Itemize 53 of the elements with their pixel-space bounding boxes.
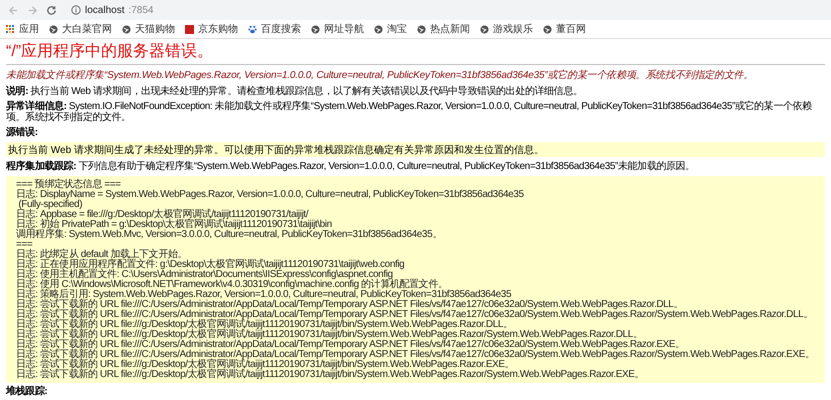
log-line: 日志: Appbase = file:///g:/Desktop/太极官网调试/taijijt11120190731/taijijt/	[16, 210, 308, 220]
forward-arrow-icon[interactable]	[27, 4, 38, 16]
globe-icon	[417, 24, 426, 34]
log-line: 日志: DisplayName = System.Web.WebPages.Razor, Version=1.0.0.0, Culture=neutral, PublicKeyToken=31bf3856ad364e35	[16, 190, 524, 200]
source-error-label: 源错误:	[6, 127, 38, 138]
reload-icon[interactable]	[46, 4, 57, 16]
log-line: 日志: 尝试下载新的 URL file:///C:/Users/Administrator/AppData/Local/Temp/Temporary ASP.NET Files/vs/f47ae127/c06e32a0/System.Web.WebPages.Razor.DLL。	[16, 300, 684, 310]
error-message: 未能加载文件或程序集“System.Web.WebPages.Razor, Version=1.0.0.0, Culture=neutral, PublicKeyToken=31bf3856ad364e35”或它的某一个依赖项。系统找不到指定的文件。	[6, 70, 754, 82]
log-line: 日志: 尝试下载新的 URL file:///C:/Users/Administrator/AppData/Local/Temp/Temporary ASP.NET Files/vs/f47ae127/c06e32a0/System.Web.WebPages.Razor/System.Web.WebPages.Razor.DLL。	[16, 310, 813, 320]
bookmark-item[interactable]: 网址导航	[311, 22, 364, 36]
error-title: “/”应用程序中的服务器错误。	[6, 42, 214, 61]
square-icon	[185, 24, 194, 34]
log-line: 日志: 正在使用应用程序配置文件: g:\Desktop\太极官网调试\taijijt11120190731\taijijt\web.config	[16, 260, 404, 270]
log-line: 日志: 初始 PrivatePath = g:\Desktop\太极官网调试\taijijt11120190731\taijijt\bin	[16, 220, 332, 230]
assembly-trace-text: 程序集加载跟踪: 下列信息有助于确定程序集“System.Web.WebPages.Razor, Version=1.0.0.0, Culture=neutral, PublicKeyToken=31bf3856ad364e35”未能加载的原因。	[6, 161, 695, 172]
log-line: 调用程序集: System.Web.Mvc, Version=3.0.0.0, Culture=neutral, PublicKeyToken=31bf3856ad364e35。	[16, 230, 442, 240]
description-text: 说明: 执行当前 Web 请求期间，出现未经处理的异常。请检查堆栈跟踪信息，以了解有关该错误以及代码中导致错误的出处的详细信息。	[6, 86, 582, 97]
info-icon	[71, 5, 81, 15]
log-line: 日志: 尝试下载新的 URL file:///g:/Desktop/太极官网调试/taijijt11120190731/taijijt/bin/System.Web.WebPages.Razor.EXE。	[16, 360, 514, 370]
log-line: 日志: 尝试下载新的 URL file:///C:/Users/Administrator/AppData/Local/Temp/Temporary ASP.NET Files/vs/f47ae127/c06e32a0/System.Web.WebPages.Razor/System.Web.WebPages.Razor.EXE。	[16, 350, 815, 360]
globe-icon	[480, 24, 489, 34]
bookmark-item[interactable]: 热点新闻	[417, 22, 470, 36]
exception-details-text: 异常详细信息: System.IO.FileNotFoundException: 未能加载文件或程序集“System.Web.WebPages.Razor, Version=1.0.0.0, Culture=neutral, PublicKeyToken=31bf3856ad364e35”或它的某一个依赖项。系统找不到指定的文件。	[6, 101, 813, 123]
log-line: 日志: 尝试下载新的 URL file:///C:/Users/Administrator/AppData/Local/Temp/Temporary ASP.NET Files/vs/f47ae127/c06e32a0/System.Web.WebPages.Razor.EXE。	[16, 340, 685, 350]
paw-icon	[248, 24, 257, 34]
log-line: 日志: 尝试下载新的 URL file:///g:/Desktop/太极官网调试/taijijt11120190731/taijijt/bin/System.Web.WebPages.Razor/System.Web.WebPages.Razor.EXE。	[16, 370, 644, 380]
log-line: 日志: 使用主机配置文件: C:\Users\Administrator\Documents\IISExpress\config\aspnet.config	[16, 270, 393, 280]
source-error-text: 执行当前 Web 请求期间生成了未经处理的异常。可以使用下面的异常堆栈跟踪信息确定有关异常原因和发生位置的信息。	[8, 145, 544, 156]
globe-icon	[122, 24, 131, 34]
log-line: 日志: 尝试下载新的 URL file:///g:/Desktop/太极官网调试/taijijt11120190731/taijijt/bin/System.Web.WebPages.Razor.DLL。	[16, 320, 513, 330]
bookmark-item[interactable]: 大白菜官网	[49, 22, 112, 36]
bookmark-item[interactable]: 天猫购物	[122, 22, 175, 36]
stack-trace-label: 堆栈跟踪:	[6, 386, 48, 397]
bookmark-item[interactable]: 董百网	[543, 22, 586, 36]
globe-icon	[543, 24, 552, 34]
bookmark-item[interactable]: 百度搜索	[248, 22, 301, 36]
globe-icon	[49, 24, 58, 34]
log-line: 日志: 使用 C:\Windows\Microsoft.NET\Framework\v4.0.30319\config\machine.config 的计算机配置文件。	[16, 280, 448, 290]
log-line: 日志: 尝试下载新的 URL file:///g:/Desktop/太极官网调试/taijijt11120190731/taijijt/bin/System.Web.WebPages.Razor/System.Web.WebPages.Razor.DLL。	[16, 330, 642, 340]
address-bar[interactable]: localhost :7854	[65, 2, 823, 18]
log-line: === 预绑定状态信息 ===	[16, 180, 121, 190]
log-line: ===	[16, 240, 32, 250]
bookmark-item[interactable]: 游戏娱乐	[480, 22, 533, 36]
globe-icon	[374, 24, 383, 34]
bookmark-item[interactable]: 淘宝	[374, 22, 407, 36]
grid-icon	[6, 24, 15, 34]
back-arrow-icon[interactable]	[8, 4, 19, 16]
bookmark-item[interactable]: 京东购物	[185, 22, 238, 36]
log-line: (Fully-specified)	[18, 200, 82, 210]
bookmark-item[interactable]: 应用	[6, 22, 39, 36]
log-line: 日志: 策略后引用: System.Web.WebPages.Razor, Version=1.0.0.0, Culture=neutral, PublicKeyToken=31bf3856ad364e35	[16, 290, 512, 300]
globe-icon	[311, 24, 320, 34]
log-line: 日志: 此绑定从 default 加载上下文开始。	[16, 250, 188, 260]
